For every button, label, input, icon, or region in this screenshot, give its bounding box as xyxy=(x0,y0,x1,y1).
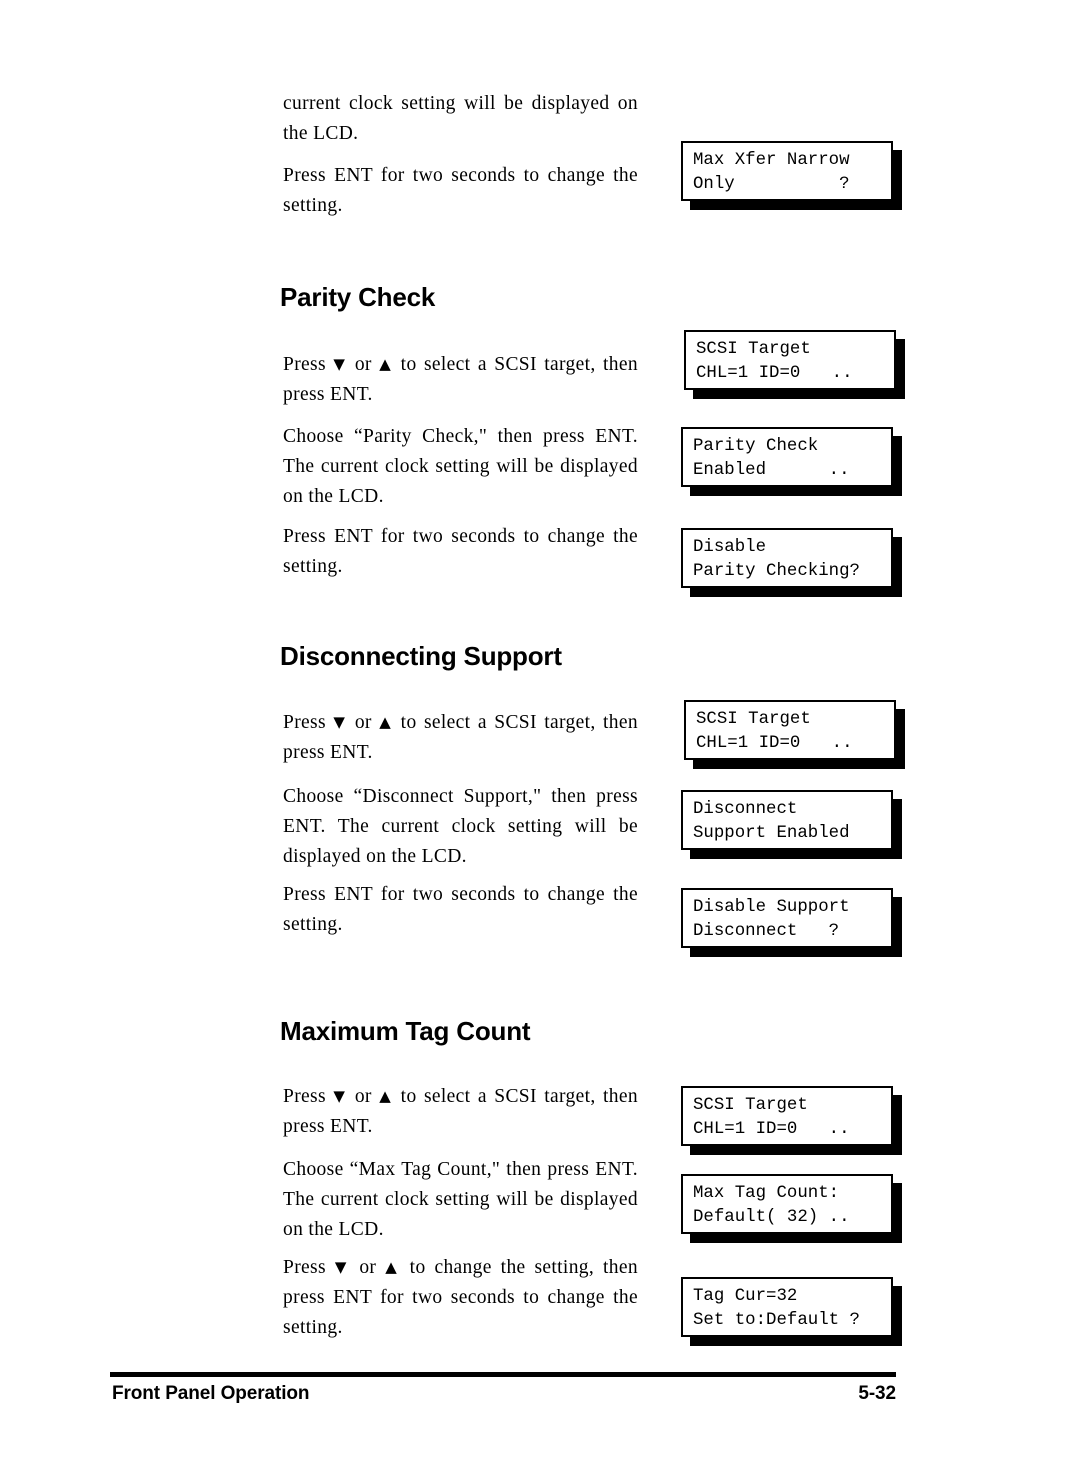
intro-paragraph-1: current clock setting will be displayed … xyxy=(283,93,638,144)
lcd-line-1: Max Xfer Narrow xyxy=(693,151,850,170)
down-arrow-icon: ▼ xyxy=(334,1258,351,1276)
text-run: or xyxy=(350,1257,386,1278)
lcd-line-1: Disable Support xyxy=(693,898,850,917)
text-run: Press xyxy=(283,1257,335,1278)
section-heading-parity-check: Parity Check xyxy=(280,282,436,312)
disconnecting-support-paragraph-1: Press ▼ or ▲ to select a SCSI target, th… xyxy=(283,708,638,768)
lcd-line-2: Support Enabled xyxy=(693,824,850,843)
lcd-line-1: Disconnect xyxy=(693,800,798,819)
up-arrow-icon: ▲ xyxy=(379,355,394,373)
lcd-panel-parity-check-enabled: Parity Check Enabled .. xyxy=(681,427,893,487)
lcd-line-2: CHL=1 ID=0 .. xyxy=(696,364,853,383)
footer-divider xyxy=(110,1372,896,1377)
disconnecting-support-paragraph-2: Choose “Disconnect Support," then press … xyxy=(283,786,638,867)
text-run: Press xyxy=(283,712,334,733)
lcd-panel-disable-parity-checking: Disable Parity Checking? xyxy=(681,528,893,588)
section-heading-disconnecting-support: Disconnecting Support xyxy=(280,641,562,671)
maximum-tag-count-paragraph-3: Press ▼ or ▲ to change the setting, then… xyxy=(283,1253,638,1343)
document-page: current clock setting will be displayed … xyxy=(0,0,1080,1476)
maximum-tag-count-paragraph-2: Choose “Max Tag Count," then press ENT. … xyxy=(283,1159,638,1240)
lcd-panel-disconnect-support-enabled: Disconnect Support Enabled xyxy=(681,790,893,850)
down-arrow-icon: ▼ xyxy=(333,713,348,731)
lcd-panel-max-xfer-narrow-only: Max Xfer Narrow Only ? xyxy=(681,141,893,201)
down-arrow-icon: ▼ xyxy=(333,355,348,373)
lcd-panel-scsi-target-parity: SCSI Target CHL=1 ID=0 .. xyxy=(684,330,896,390)
up-arrow-icon: ▲ xyxy=(385,1258,401,1276)
lcd-line-1: Parity Check xyxy=(693,437,819,456)
lcd-line-1: SCSI Target xyxy=(696,340,811,359)
disconnecting-support-paragraph-3: Press ENT for two seconds to change the … xyxy=(283,884,638,935)
lcd-line-1: Max Tag Count: xyxy=(693,1184,840,1203)
lcd-line-2: Default( 32) .. xyxy=(693,1208,850,1227)
text-run: Press xyxy=(283,354,334,375)
parity-check-paragraph-2: Choose “Parity Check," then press ENT. T… xyxy=(283,426,638,507)
lcd-line-2: Set to:Default ? xyxy=(693,1311,860,1330)
lcd-panel-scsi-target-disconnect: SCSI Target CHL=1 ID=0 .. xyxy=(684,700,896,760)
text-run: Press xyxy=(283,1086,334,1107)
intro-paragraph-2: Press ENT for two seconds to change the … xyxy=(283,165,638,216)
maximum-tag-count-paragraph-1: Press ▼ or ▲ to select a SCSI target, th… xyxy=(283,1082,638,1142)
lcd-line-2: CHL=1 ID=0 .. xyxy=(696,734,853,753)
lcd-line-1: SCSI Target xyxy=(693,1096,808,1115)
up-arrow-icon: ▲ xyxy=(379,1087,394,1105)
lcd-line-1: Tag Cur=32 xyxy=(693,1287,798,1306)
lcd-panel-scsi-target-tag: SCSI Target CHL=1 ID=0 .. xyxy=(681,1086,893,1146)
lcd-line-1: Disable xyxy=(693,538,767,557)
lcd-line-2: Only ? xyxy=(693,175,850,194)
parity-check-paragraph-1: Press ▼ or ▲ to select a SCSI target, th… xyxy=(283,350,638,410)
text-run: or xyxy=(347,1086,380,1107)
lcd-line-2: CHL=1 ID=0 .. xyxy=(693,1120,850,1139)
lcd-line-2: Parity Checking? xyxy=(693,562,860,581)
lcd-panel-disable-support-disconnect: Disable Support Disconnect ? xyxy=(681,888,893,948)
lcd-panel-tag-cur-set-default: Tag Cur=32 Set to:Default ? xyxy=(681,1277,893,1337)
text-run: or xyxy=(347,712,380,733)
lcd-line-2: Enabled .. xyxy=(693,461,850,480)
section-heading-maximum-tag-count: Maximum Tag Count xyxy=(280,1016,531,1046)
up-arrow-icon: ▲ xyxy=(379,713,394,731)
down-arrow-icon: ▼ xyxy=(333,1087,348,1105)
lcd-line-2: Disconnect ? xyxy=(693,922,840,941)
footer-page-number: 5-32 xyxy=(858,1383,896,1404)
text-run: or xyxy=(347,354,380,375)
lcd-line-1: SCSI Target xyxy=(696,710,811,729)
lcd-panel-max-tag-count-default: Max Tag Count: Default( 32) .. xyxy=(681,1174,893,1234)
parity-check-paragraph-3: Press ENT for two seconds to change the … xyxy=(283,526,638,577)
